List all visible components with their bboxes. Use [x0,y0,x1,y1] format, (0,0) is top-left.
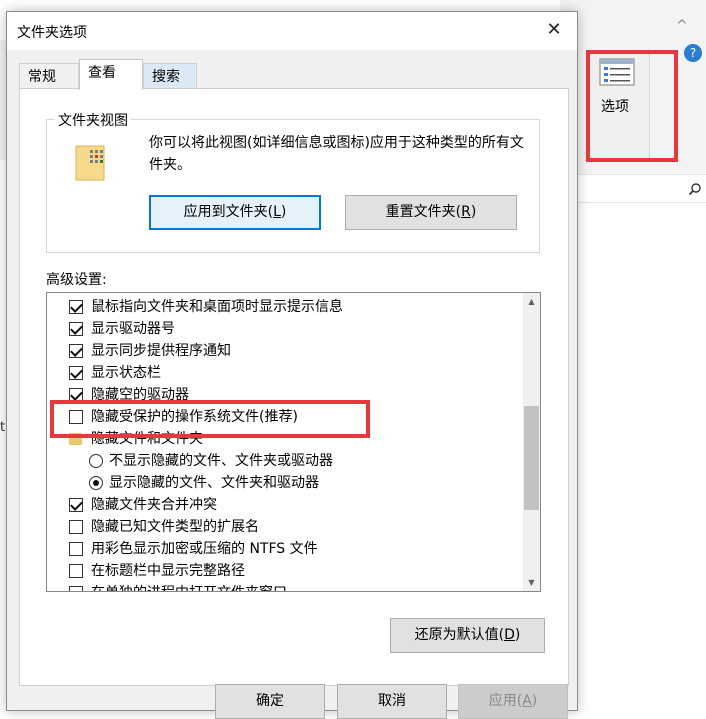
tab-search[interactable]: 搜索 [143,63,197,89]
setting-checkbox[interactable] [69,366,83,380]
setting-row[interactable]: 隐藏文件夹合并冲突 [47,494,517,516]
folder-options-dialog: 文件夹选项 ✕ 常规 查看 搜索 文件夹视图 你可以将此视图(如详细信息或图标)… [6,11,578,719]
options-highlight-box [586,50,678,162]
setting-checkbox[interactable] [69,564,83,578]
setting-label: 隐藏文件夹合并冲突 [91,497,217,513]
scroll-down-arrow-icon[interactable]: ▼ [523,574,540,591]
reset-folders-label-end: ) [470,204,477,220]
setting-checkbox[interactable] [69,542,83,556]
restore-defaults-accesskey: D [504,627,515,643]
setting-checkbox[interactable] [69,520,83,534]
apply-label-end: ) [531,693,538,709]
setting-row[interactable]: 在标题栏中显示完整路径 [47,560,517,582]
tab-general[interactable]: 常规 [19,63,79,89]
setting-group-hidden-files: 隐藏文件和文件夹 [47,428,517,450]
folder-views-legend: 文件夹视图 [55,110,131,130]
setting-label: 在单独的进程中打开文件夹窗口 [91,582,287,591]
setting-checkbox[interactable] [69,410,83,424]
setting-row[interactable]: 显示隐藏的文件、文件夹和驱动器 [47,472,517,494]
setting-row[interactable]: 隐藏空的驱动器 [47,384,517,406]
scroll-thumb[interactable] [524,406,539,510]
setting-label: 在标题栏中显示完整路径 [91,563,245,579]
setting-checkbox[interactable] [69,498,83,512]
explorer-search-bar[interactable] [578,175,706,203]
setting-label: 不显示隐藏的文件、文件夹或驱动器 [109,453,333,469]
dialog-titlebar[interactable]: 文件夹选项 ✕ [7,12,577,50]
restore-defaults-label-end: ) [514,627,521,643]
setting-label: 显示同步提供程序通知 [91,343,231,359]
reset-folders-accesskey: R [461,204,471,220]
setting-checkbox[interactable] [69,344,83,358]
setting-row-hide-protected-os-files[interactable]: 隐藏受保护的操作系统文件(推荐) [47,406,517,428]
setting-label: 隐藏空的驱动器 [91,387,189,403]
setting-label: 隐藏已知文件类型的扩展名 [91,519,259,535]
setting-label: 隐藏文件和文件夹 [91,431,203,447]
folder-views-description: 你可以将此视图(如详细信息或图标)应用于这种类型的所有文件夹。 [149,135,524,173]
apply-to-folders-button[interactable]: 应用到文件夹(L) [149,195,321,230]
setting-row[interactable]: 显示状态栏 [47,362,517,384]
apply-to-folders-label-end: ) [280,204,287,220]
reset-folders-button[interactable]: 重置文件夹(R) [345,195,517,230]
apply-to-folders-label: 应用到文件夹( [183,204,274,220]
explorer-left-text-fragment: t [0,420,6,435]
setting-row[interactable]: 不显示隐藏的文件、文件夹或驱动器 [47,450,517,472]
setting-checkbox[interactable] [69,388,83,402]
setting-radio[interactable] [89,476,103,490]
setting-label: 隐藏受保护的操作系统文件(推荐) [91,409,298,425]
setting-label: 显示状态栏 [91,365,161,381]
cancel-button[interactable]: 取消 [337,684,447,719]
setting-checkbox[interactable] [69,322,83,336]
apply-accesskey: A [522,693,532,709]
setting-row[interactable]: 鼠标指向文件夹和桌面项时显示提示信息 [47,296,517,318]
apply-to-folders-accesskey: L [273,204,281,220]
advanced-settings-label: 高级设置: [46,272,107,288]
ok-button[interactable]: 确定 [215,684,325,719]
setting-label: 显示隐藏的文件、文件夹和驱动器 [109,475,319,491]
close-icon: ✕ [546,19,562,40]
view-tab-panel: 文件夹视图 你可以将此视图(如详细信息或图标)应用于这种类型的所有文件夹。 应用… [19,88,569,686]
dialog-title: 文件夹选项 [17,25,87,41]
ribbon-collapse-chevron-icon[interactable]: ^ [676,18,692,34]
apply-label: 应用( [488,693,523,709]
reset-folders-label: 重置文件夹( [385,204,462,220]
tab-view[interactable]: 查看 [79,59,143,90]
close-button[interactable]: ✕ [531,12,577,50]
setting-label: 用彩色显示加密或压缩的 NTFS 文件 [91,541,318,557]
setting-row[interactable]: 显示同步提供程序通知 [47,340,517,362]
setting-row[interactable]: 用彩色显示加密或压缩的 NTFS 文件 [47,538,517,560]
apply-button[interactable]: 应用(A) [458,684,568,719]
folder-icon [69,433,82,445]
search-icon[interactable] [688,182,702,196]
advanced-settings-list[interactable]: 鼠标指向文件夹和桌面项时显示提示信息 显示驱动器号 显示同步提供程序通知 显示状… [46,292,541,592]
folder-views-group: 文件夹视图 你可以将此视图(如详细信息或图标)应用于这种类型的所有文件夹。 应用… [46,110,540,253]
folder-view-icon [75,145,105,181]
setting-label: 鼠标指向文件夹和桌面项时显示提示信息 [91,299,343,315]
setting-row[interactable]: 隐藏已知文件类型的扩展名 [47,516,517,538]
setting-checkbox[interactable] [69,300,83,314]
setting-radio[interactable] [89,454,103,468]
restore-defaults-label: 还原为默认值( [414,627,505,643]
scroll-up-arrow-icon[interactable]: ▲ [523,293,540,310]
restore-defaults-button[interactable]: 还原为默认值(D) [390,618,545,653]
setting-label: 显示驱动器号 [91,321,175,337]
setting-checkbox[interactable] [69,586,83,591]
setting-row[interactable]: 在单独的进程中打开文件夹窗口 [47,582,517,591]
settings-scrollbar[interactable]: ▲ ▼ [523,293,540,591]
setting-row[interactable]: 显示驱动器号 [47,318,517,340]
help-icon[interactable]: ? [684,44,702,62]
